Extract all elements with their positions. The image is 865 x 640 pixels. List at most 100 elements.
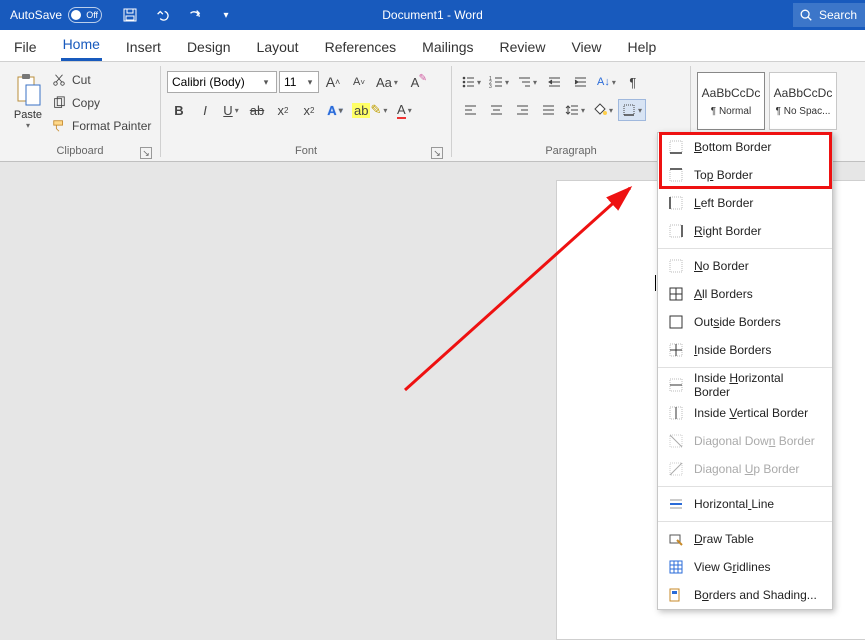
menu-item-bnone[interactable]: No Border xyxy=(658,252,832,280)
menu-item-bin[interactable]: Inside Borders xyxy=(658,336,832,364)
menu-item-ball[interactable]: All Borders xyxy=(658,280,832,308)
strikethrough-button[interactable]: ab xyxy=(245,99,269,121)
svg-text:3: 3 xyxy=(489,84,492,89)
decrease-indent-button[interactable] xyxy=(542,71,566,93)
menu-item-bshade[interactable]: Borders and Shading... xyxy=(658,581,832,609)
bddown-icon xyxy=(668,433,684,449)
bnone-icon xyxy=(668,258,684,274)
clipboard-dialog-launcher[interactable]: ↘ xyxy=(140,147,152,159)
align-right-icon xyxy=(515,103,529,117)
redo-button[interactable] xyxy=(182,3,206,27)
tab-insert[interactable]: Insert xyxy=(124,33,163,61)
font-size-combo[interactable]: ▾ xyxy=(279,71,319,93)
change-case-button[interactable]: Aa xyxy=(373,71,401,93)
italic-button[interactable]: I xyxy=(193,99,217,121)
bright-icon xyxy=(668,223,684,239)
superscript-button[interactable]: x2 xyxy=(297,99,321,121)
qat-customize[interactable]: ▾ xyxy=(214,3,238,27)
btop-icon xyxy=(668,167,684,183)
menu-item-label: Left Border xyxy=(694,196,753,210)
style-no-spacing[interactable]: AaBbCcDc ¶ No Spac... xyxy=(769,72,837,130)
paste-button[interactable]: Paste ▾ xyxy=(6,66,50,136)
multilevel-button[interactable] xyxy=(514,71,540,93)
menu-item-label: Horizontal Line xyxy=(694,497,774,511)
bullets-button[interactable] xyxy=(458,71,484,93)
menu-item-bhoriz[interactable]: Inside Horizontal Border xyxy=(658,371,832,399)
format-painter-button[interactable]: Format Painter xyxy=(52,116,151,136)
subscript-button[interactable]: x2 xyxy=(271,99,295,121)
menu-item-bright[interactable]: Right Border xyxy=(658,217,832,245)
line-spacing-button[interactable] xyxy=(562,99,588,121)
cut-icon xyxy=(52,73,66,87)
clipboard-group-label: Clipboard xyxy=(56,145,103,157)
chevron-down-icon[interactable]: ▾ xyxy=(302,77,318,88)
menu-item-bdup: Diagonal Up Border xyxy=(658,455,832,483)
menu-item-drawtbl[interactable]: Draw Table xyxy=(658,525,832,553)
menu-item-label: Top Border xyxy=(694,168,753,182)
menu-separator xyxy=(658,521,832,522)
menu-item-label: All Borders xyxy=(694,287,753,301)
tab-layout[interactable]: Layout xyxy=(255,33,301,61)
menu-item-label: View Gridlines xyxy=(694,560,771,574)
sort-button[interactable]: A↓ xyxy=(594,71,619,93)
justify-button[interactable] xyxy=(536,99,560,121)
clear-format-button[interactable]: A✎ xyxy=(403,71,427,93)
borders-button[interactable] xyxy=(618,99,646,121)
undo-button[interactable] xyxy=(150,3,174,27)
tab-help[interactable]: Help xyxy=(626,33,659,61)
menu-separator xyxy=(658,367,832,368)
menu-item-bout[interactable]: Outside Borders xyxy=(658,308,832,336)
align-left-button[interactable] xyxy=(458,99,482,121)
bold-button[interactable]: B xyxy=(167,99,191,121)
justify-icon xyxy=(541,103,555,117)
copy-button[interactable]: Copy xyxy=(52,93,151,113)
tab-review[interactable]: Review xyxy=(498,33,548,61)
menu-item-grid[interactable]: View Gridlines xyxy=(658,553,832,581)
save-icon[interactable] xyxy=(118,3,142,27)
menu-item-label: Borders and Shading... xyxy=(694,588,817,602)
menu-item-bbottom[interactable]: Bottom Border xyxy=(658,133,832,161)
highlight-button[interactable]: ab✎ xyxy=(349,99,390,121)
text-effects-button[interactable]: A xyxy=(323,99,347,121)
align-right-button[interactable] xyxy=(510,99,534,121)
font-color-button[interactable]: A xyxy=(392,99,416,121)
decrease-indent-icon xyxy=(547,75,561,89)
menu-item-bvert[interactable]: Inside Vertical Border xyxy=(658,399,832,427)
tab-design[interactable]: Design xyxy=(185,33,233,61)
align-center-icon xyxy=(489,103,503,117)
numbering-button[interactable]: 123 xyxy=(486,71,512,93)
shading-icon xyxy=(593,103,607,117)
show-marks-button[interactable]: ¶ xyxy=(621,71,645,93)
tab-file[interactable]: File xyxy=(12,33,39,61)
menu-item-hline[interactable]: Horizontal Line xyxy=(658,490,832,518)
menu-item-bddown: Diagonal Down Border xyxy=(658,427,832,455)
tab-mailings[interactable]: Mailings xyxy=(420,33,475,61)
shading-button[interactable] xyxy=(590,99,616,121)
bbottom-icon xyxy=(668,139,684,155)
tab-home[interactable]: Home xyxy=(61,30,102,61)
cut-button[interactable]: Cut xyxy=(52,70,151,90)
borders-icon xyxy=(622,103,636,117)
increase-indent-button[interactable] xyxy=(568,71,592,93)
style-normal[interactable]: AaBbCcDc ¶ Normal xyxy=(697,72,765,130)
search-box[interactable]: Search xyxy=(793,3,865,27)
font-name-combo[interactable]: ▾ xyxy=(167,71,277,93)
chevron-down-icon[interactable]: ▾ xyxy=(258,77,274,88)
underline-button[interactable]: U xyxy=(219,99,243,121)
tab-view[interactable]: View xyxy=(569,33,603,61)
font-dialog-launcher[interactable]: ↘ xyxy=(431,147,443,159)
autosave-toggle[interactable]: Off xyxy=(68,7,102,23)
text-cursor xyxy=(655,275,656,291)
tab-references[interactable]: References xyxy=(323,33,399,61)
increase-font-button[interactable]: A˄ xyxy=(321,71,345,93)
menu-item-label: Inside Horizontal Border xyxy=(694,371,822,399)
line-spacing-icon xyxy=(565,103,579,117)
bout-icon xyxy=(668,314,684,330)
decrease-font-button[interactable]: A˅ xyxy=(347,71,371,93)
menu-item-btop[interactable]: Top Border xyxy=(658,161,832,189)
align-center-button[interactable] xyxy=(484,99,508,121)
bshade-icon xyxy=(668,587,684,603)
menu-item-bleft[interactable]: Left Border xyxy=(658,189,832,217)
paste-icon xyxy=(14,73,42,107)
ball-icon xyxy=(668,286,684,302)
